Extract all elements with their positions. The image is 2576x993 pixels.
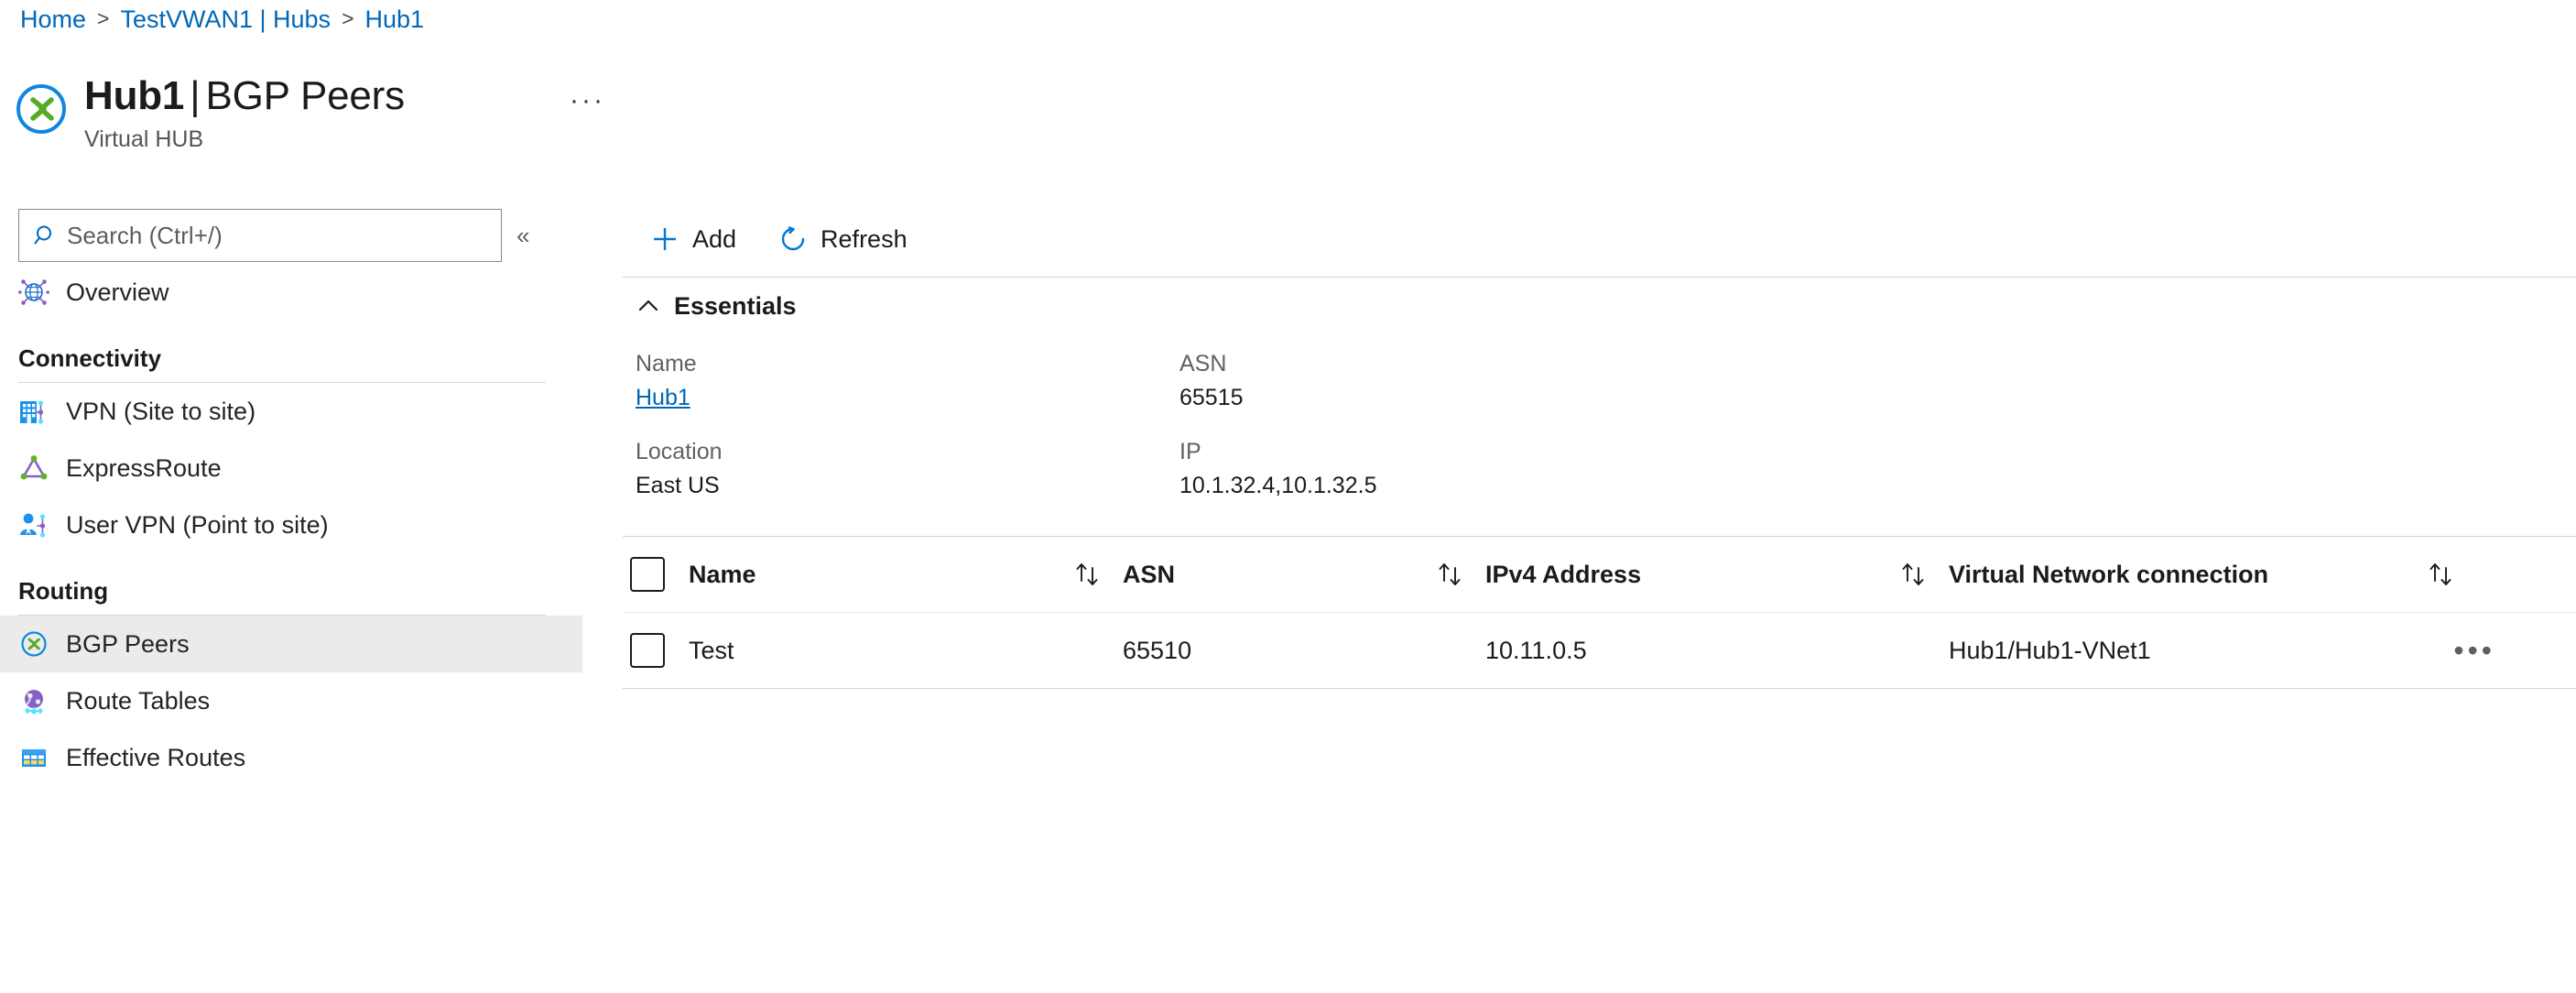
user-vpn-icon — [18, 509, 49, 540]
cell-name: Test — [689, 636, 734, 664]
select-all-checkbox[interactable] — [630, 557, 665, 592]
essentials-key: IP — [1179, 439, 1201, 464]
sidebar: « Overview Co — [0, 202, 586, 993]
sidebar-item-label: VPN (Site to site) — [66, 397, 256, 425]
column-header-label: ASN — [1123, 560, 1176, 588]
search-icon — [34, 224, 58, 247]
refresh-icon — [778, 224, 808, 254]
sidebar-item-label: User VPN (Point to site) — [66, 510, 329, 539]
essentials-field-location: Location East US — [636, 435, 1179, 518]
breadcrumb-item-home[interactable]: Home — [20, 5, 86, 34]
page-header: Hub1 | BGP Peers Virtual HUB — [13, 71, 405, 154]
sidebar-search-row: « — [18, 207, 586, 264]
sidebar-collapse-icon[interactable]: « — [516, 224, 529, 247]
essentials-value: 65515 — [1179, 385, 1244, 410]
sidebar-item-label: Overview — [66, 278, 169, 306]
breadcrumb-item-testvwan1-hubs[interactable]: TestVWAN1 | Hubs — [120, 5, 331, 34]
sidebar-item-user-vpn-point-to-site[interactable]: User VPN (Point to site) — [0, 496, 582, 553]
essentials-key: ASN — [1179, 351, 1227, 376]
breadcrumb-item-hub1[interactable]: Hub1 — [365, 5, 425, 34]
table-row[interactable]: Test 65510 10.11.0.5 Hub1/Hub1-VNet1 ••• — [623, 613, 2576, 688]
cell-asn: 65510 — [1123, 636, 1192, 664]
page-title-blade: BGP Peers — [205, 73, 405, 118]
overview-globe-icon — [18, 277, 49, 308]
essentials-value: 10.1.32.4,10.1.32.5 — [1179, 473, 1377, 498]
sidebar-section-title: Connectivity — [18, 344, 162, 372]
essentials-key: Location — [636, 439, 723, 464]
page-title: Hub1 | BGP Peers — [84, 71, 405, 121]
table-bottom-divider — [623, 688, 2576, 689]
page-title-separator: | — [190, 73, 201, 118]
sidebar-item-label: Effective Routes — [66, 743, 246, 771]
sidebar-item-route-tables[interactable]: Route Tables — [0, 672, 582, 729]
row-actions-cell: ••• — [2425, 636, 2576, 665]
hub-name-link[interactable]: Hub1 — [636, 385, 690, 410]
effective-routes-icon — [18, 742, 49, 773]
row-checkbox[interactable] — [630, 633, 665, 668]
sort-updown-icon[interactable] — [1897, 561, 1929, 588]
sidebar-item-expressroute[interactable]: ExpressRoute — [0, 440, 582, 496]
sidebar-item-label: Route Tables — [66, 686, 211, 715]
page-subtitle: Virtual HUB — [84, 126, 204, 152]
essentials-field-name: Name Hub1 — [636, 347, 1179, 430]
main-content: Add Refresh Essentials Name Hub1 ASN 655… — [623, 202, 2576, 993]
command-bar: Add Refresh — [623, 202, 2576, 277]
refresh-button-label: Refresh — [821, 224, 908, 253]
column-header-name[interactable]: Name — [678, 561, 1071, 589]
row-select-cell — [630, 633, 678, 668]
chevron-up-icon — [637, 295, 659, 317]
essentials-field-asn: ASN 65515 — [1179, 347, 2576, 430]
sidebar-section-routing: Routing — [0, 577, 582, 616]
table-header-row: Name ASN IPv4 Address Virtual Network co… — [623, 537, 2576, 612]
essentials-field-ip: IP 10.1.32.4,10.1.32.5 — [1179, 435, 2576, 518]
sort-updown-icon[interactable] — [1434, 561, 1465, 588]
sidebar-section-connectivity: Connectivity — [0, 344, 582, 383]
bgp-peers-icon — [18, 628, 49, 660]
search-input[interactable] — [67, 221, 470, 250]
column-header-ipv4-address[interactable]: IPv4 Address — [1485, 561, 1897, 589]
sidebar-item-bgp-peers[interactable]: BGP Peers — [0, 616, 582, 672]
essentials-key: Name — [636, 351, 697, 376]
select-all-cell — [630, 557, 678, 592]
cell-ipv4-address: 10.11.0.5 — [1485, 636, 1587, 664]
sidebar-item-effective-routes[interactable]: Effective Routes — [0, 729, 582, 786]
page-more-menu-icon[interactable]: ··· — [570, 87, 605, 115]
column-header-label: IPv4 Address — [1485, 560, 1642, 588]
column-header-virtual-network-connection[interactable]: Virtual Network connection — [1949, 561, 2425, 589]
sidebar-item-vpn-site-to-site[interactable]: VPN (Site to site) — [0, 383, 582, 440]
add-button-label: Add — [692, 224, 737, 253]
sidebar-item-overview[interactable]: Overview — [0, 264, 582, 321]
bgp-peers-table: Name ASN IPv4 Address Virtual Network co… — [623, 536, 2576, 689]
column-header-label: Name — [689, 560, 756, 588]
vpn-site-icon — [18, 396, 49, 427]
sort-updown-icon[interactable] — [2425, 561, 2456, 588]
essentials-value: East US — [636, 473, 720, 498]
sort-updown-icon[interactable] — [1071, 561, 1103, 588]
breadcrumb: Home > TestVWAN1 | Hubs > Hub1 — [20, 5, 424, 34]
plus-icon — [650, 224, 679, 254]
essentials-toggle[interactable]: Essentials — [623, 278, 2576, 334]
column-header-label: Virtual Network connection — [1949, 560, 2269, 588]
virtual-hub-icon — [13, 81, 70, 137]
search-box[interactable] — [18, 209, 502, 262]
sidebar-item-label: BGP Peers — [66, 629, 190, 658]
page-title-resource: Hub1 — [84, 73, 185, 118]
sidebar-item-label: ExpressRoute — [66, 453, 222, 482]
route-tables-icon — [18, 685, 49, 716]
refresh-button[interactable]: Refresh — [766, 213, 920, 266]
column-header-asn[interactable]: ASN — [1123, 561, 1434, 589]
sidebar-section-title: Routing — [18, 577, 109, 605]
breadcrumb-separator: > — [342, 6, 354, 30]
row-context-menu-icon[interactable]: ••• — [2453, 636, 2495, 665]
essentials-value: Hub1 — [636, 380, 1179, 415]
expressroute-icon — [18, 453, 49, 484]
essentials-grid: Name Hub1 ASN 65515 Location East US IP … — [623, 347, 2576, 518]
essentials-label: Essentials — [674, 291, 797, 320]
breadcrumb-separator: > — [97, 6, 110, 30]
add-button[interactable]: Add — [637, 213, 749, 266]
cell-virtual-network-connection: Hub1/Hub1-VNet1 — [1949, 636, 2151, 664]
